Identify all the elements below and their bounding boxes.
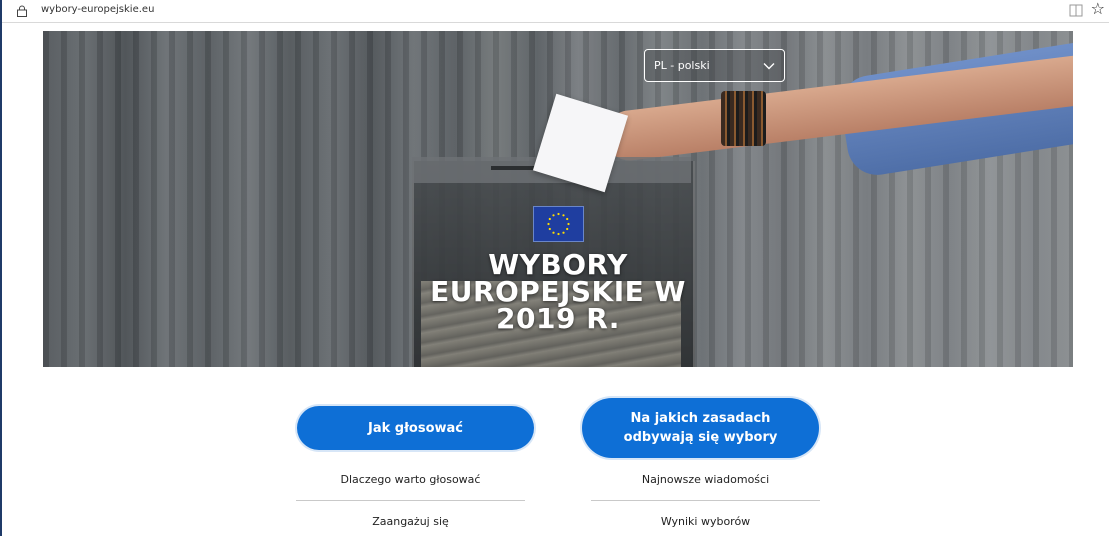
- how-to-vote-button[interactable]: Jak głosować: [297, 406, 534, 450]
- window-edge: [0, 0, 2, 536]
- why-vote-link[interactable]: Dlaczego warto głosować: [296, 473, 525, 486]
- election-rules-button[interactable]: Na jakich zasadach odbywają się wybory: [582, 398, 819, 458]
- reading-view-icon[interactable]: [1069, 4, 1083, 17]
- language-select[interactable]: PL - polski: [644, 49, 785, 82]
- get-involved-link[interactable]: Zaangażuj się: [296, 515, 525, 528]
- how-to-vote-label: Jak głosować: [368, 420, 463, 436]
- divider: [591, 500, 820, 501]
- election-rules-label: Na jakich zasadach odbywają się wybory: [624, 409, 778, 447]
- page-title: WYBORY EUROPEJSKIE W 2019 R.: [423, 248, 693, 335]
- election-rules-line-1: Na jakich zasadach: [630, 411, 771, 426]
- election-results-link[interactable]: Wyniki wyborów: [591, 515, 820, 528]
- eu-flag-icon: [533, 206, 584, 242]
- chevron-down-icon: [763, 63, 775, 70]
- lock-icon: [17, 5, 27, 17]
- hero-banner: PL - polski WYBORY EUROPEJSKIE W 2019 R.: [43, 31, 1073, 367]
- favorite-star-icon[interactable]: ☆: [1091, 1, 1105, 19]
- browser-address-bar[interactable]: wybory-europejskie.eu ☆: [2, 0, 1109, 23]
- divider: [296, 500, 525, 501]
- url-text[interactable]: wybory-europejskie.eu: [41, 4, 154, 15]
- bracelets-image: [721, 91, 766, 146]
- title-line-3: 2019 R.: [496, 302, 620, 335]
- election-rules-line-2: odbywają się wybory: [623, 430, 778, 445]
- latest-news-link[interactable]: Najnowsze wiadomości: [591, 473, 820, 486]
- title-line-1: WYBORY: [488, 248, 628, 281]
- title-line-2: EUROPEJSKIE W: [430, 275, 686, 308]
- language-select-value: PL - polski: [654, 59, 710, 72]
